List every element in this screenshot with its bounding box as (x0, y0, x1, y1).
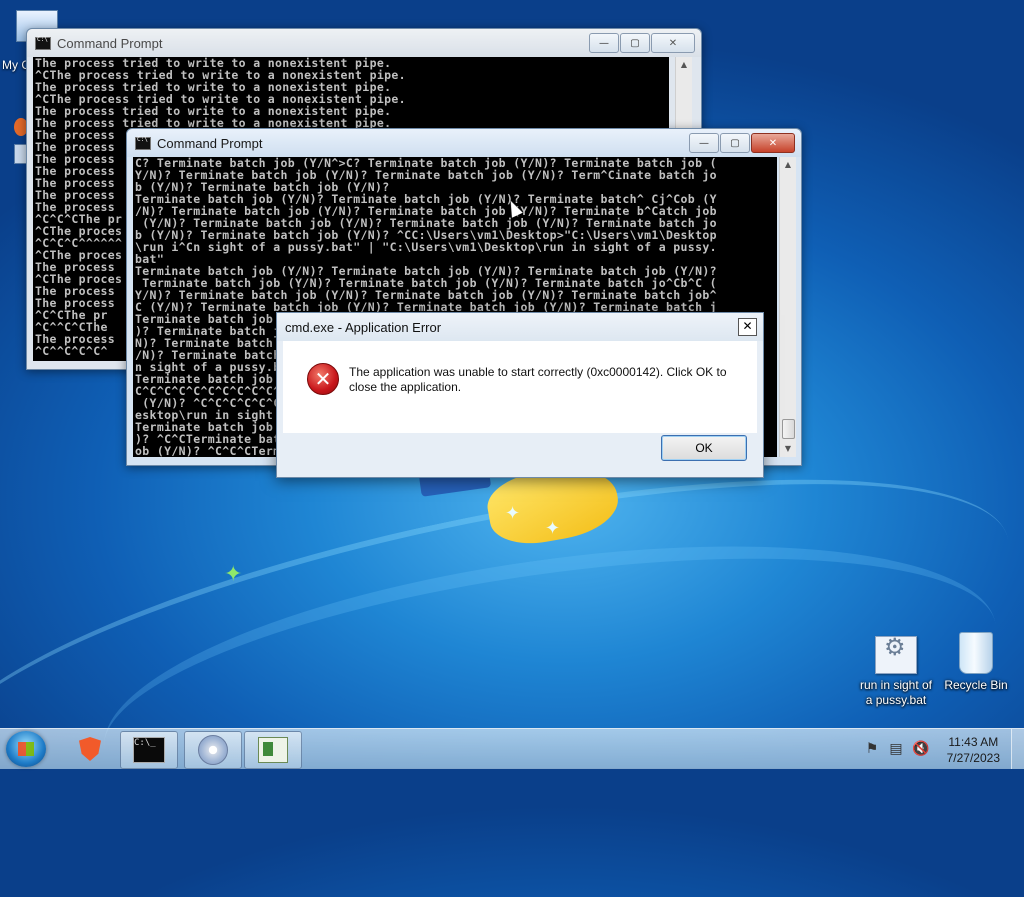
taskbar-brave-browser[interactable] (62, 731, 118, 767)
maximize-button[interactable]: ▢ (720, 133, 750, 153)
command-prompt-icon (135, 136, 151, 150)
close-button[interactable]: ✕ (751, 133, 795, 153)
taskbar-command-prompt[interactable]: C:\_ (120, 731, 178, 769)
document-viewer-icon (258, 737, 288, 763)
error-icon: ✕ (307, 363, 339, 395)
window-title: Command Prompt (57, 35, 163, 51)
taskbar: C:\_ ⚑ ▤ 🔇 11:43 AM 7/27/2023 (0, 728, 1024, 769)
batch-file-icon (875, 636, 917, 674)
network-icon[interactable]: ▤ (888, 741, 904, 757)
desktop-icon-label: Recycle Bin (944, 678, 1008, 692)
system-tray: ⚑ ▤ 🔇 11:43 AM 7/27/2023 (864, 729, 1024, 769)
window-title: Command Prompt (157, 135, 263, 151)
minimize-button[interactable]: — (589, 33, 619, 53)
scroll-up-arrow-icon[interactable]: ▲ (780, 157, 796, 173)
dialog-body: ✕ The application was unable to start co… (283, 341, 757, 433)
title-bar[interactable]: Command Prompt — ▢ ✕ (27, 29, 701, 57)
desktop-icon-label: run in sight of a pussy.bat (859, 678, 933, 707)
scroll-up-arrow-icon[interactable]: ▲ (676, 57, 692, 73)
minimize-button[interactable]: — (689, 133, 719, 153)
error-message: The application was unable to start corr… (349, 365, 727, 394)
wallpaper-sparkle: ✦ (545, 518, 561, 539)
vertical-scrollbar[interactable]: ▲ ▼ (779, 157, 796, 457)
maximize-button[interactable]: ▢ (620, 33, 650, 53)
scrollbar-thumb[interactable] (782, 419, 795, 439)
taskbar-installer[interactable] (184, 731, 242, 769)
scroll-down-arrow-icon[interactable]: ▼ (780, 441, 796, 457)
command-prompt-icon (35, 36, 51, 50)
installer-disc-icon (198, 735, 228, 765)
brave-browser-icon (79, 737, 101, 761)
desktop-icon-recycle-bin[interactable]: Recycle Bin (936, 632, 1016, 693)
start-button[interactable] (6, 731, 46, 767)
action-center-flag-icon[interactable]: ⚑ (864, 741, 880, 757)
taskbar-document-viewer[interactable] (244, 731, 302, 769)
application-error-dialog[interactable]: cmd.exe - Application Error ✕ ✕ The appl… (276, 312, 764, 478)
dialog-close-button[interactable]: ✕ (738, 318, 757, 336)
volume-muted-icon[interactable]: 🔇 (912, 741, 929, 757)
dialog-title: cmd.exe - Application Error (277, 313, 763, 341)
ok-button[interactable]: OK (661, 435, 747, 461)
title-bar[interactable]: Command Prompt — ▢ ✕ (127, 129, 801, 157)
close-button[interactable]: ✕ (651, 33, 695, 53)
wallpaper-sparkle: ✦ (224, 562, 243, 587)
command-prompt-icon: C:\_ (133, 737, 165, 763)
recycle-bin-icon (959, 632, 993, 674)
wallpaper-sparkle: ✦ (505, 503, 521, 524)
clock-time: 11:43 AM (948, 735, 999, 749)
clock-date: 7/27/2023 (946, 751, 1000, 765)
show-desktop-button[interactable] (1011, 729, 1024, 769)
console-line: \run i^Cn sight of a pussy.bat" | "C:\Us… (135, 240, 717, 254)
clock[interactable]: 11:43 AM 7/27/2023 (947, 734, 1000, 766)
desktop-icon-batch-file[interactable]: run in sight of a pussy.bat (856, 636, 936, 708)
